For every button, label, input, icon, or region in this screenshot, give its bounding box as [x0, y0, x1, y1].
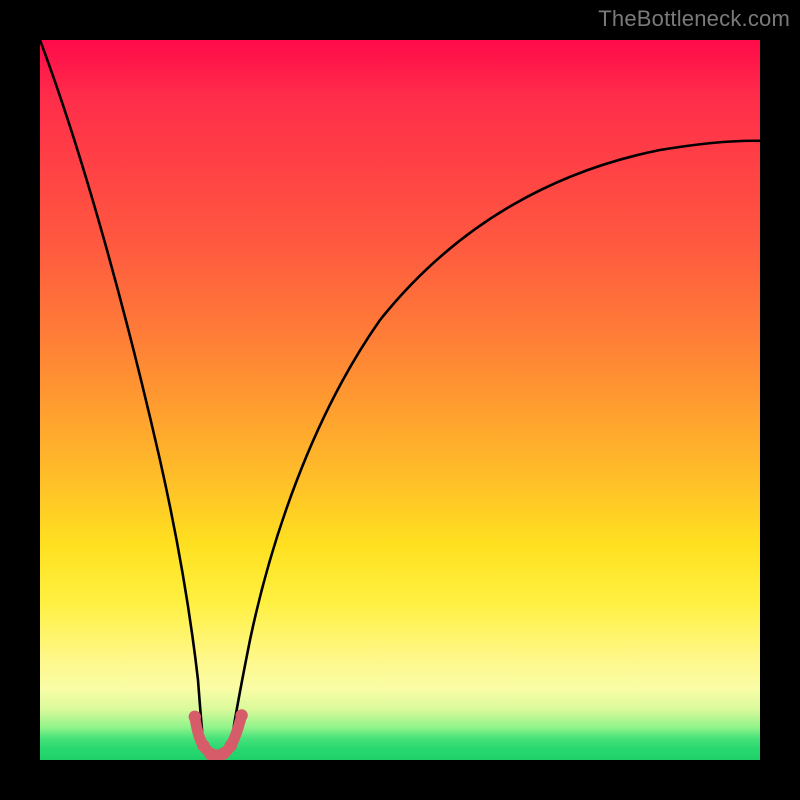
curve-left-branch: [40, 40, 203, 746]
chart-frame: TheBottleneck.com: [0, 0, 800, 800]
bottleneck-u-marker-group: [189, 709, 248, 760]
plot-area: [40, 40, 760, 760]
chart-curves-svg: [40, 40, 760, 760]
marker-dot: [189, 711, 201, 723]
marker-dot: [225, 739, 237, 751]
watermark-text: TheBottleneck.com: [598, 6, 790, 32]
marker-dot: [235, 709, 247, 721]
curve-right-branch: [231, 141, 760, 746]
